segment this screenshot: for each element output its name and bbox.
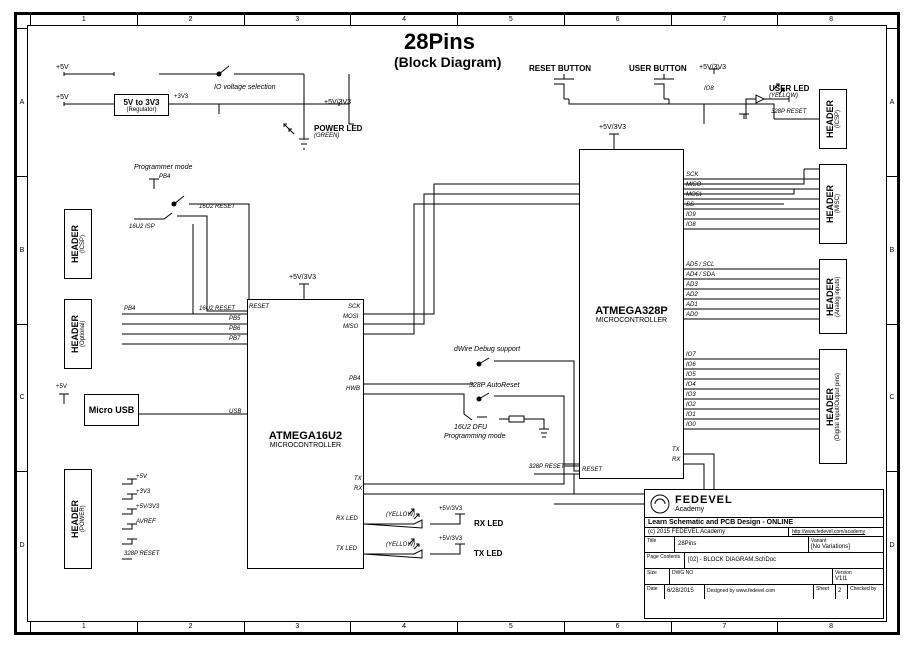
pin-io5: IO5: [686, 372, 696, 378]
lbl-tx-led: TX LED: [474, 549, 502, 558]
lbl-5v3v3-1: +5V/3V3: [324, 99, 351, 106]
pin-ad0: AD0: [686, 312, 698, 318]
lbl-reset-btn: RESET BUTTON: [529, 64, 591, 73]
lbl-txled-v: +5V/3V3: [439, 536, 462, 542]
lbl-pb4-top: PB4: [159, 174, 170, 180]
header-icsp2: HEADER(ICSP): [819, 89, 847, 149]
pin-pb5-opt: PB5: [229, 316, 240, 322]
pin-reset-u1: RESET: [249, 304, 269, 310]
pin-ad1: AD1: [686, 302, 698, 308]
lbl-rx-led: RX LED: [474, 519, 503, 528]
pin-io2: IO2: [686, 402, 696, 408]
pin-reset-u2: RESET: [582, 467, 602, 473]
pin-tx-u1: TX: [354, 476, 362, 482]
lbl-dfu: 16U2 DFU: [454, 424, 487, 431]
pin-io7: IO7: [686, 352, 696, 358]
pin-ad2: AD2: [686, 292, 698, 298]
pin-miso-u1: MISO: [343, 324, 358, 330]
fedevel-logo-icon: [649, 493, 671, 515]
pin-ad4: AD4 / SDA: [686, 272, 715, 278]
header-power: HEADER(POWER): [64, 469, 92, 569]
header-optional: HEADER(Optional): [64, 299, 92, 369]
lbl-io8: IO8: [704, 86, 714, 92]
atmega16u2-block: ATMEGA16U2 MICROCONTROLLER: [247, 299, 364, 569]
pin-mosi-u2: MOSI: [686, 192, 701, 198]
lbl-io-sel: IO voltage selection: [214, 84, 275, 91]
pin-rxled-u1: RX LED: [336, 516, 358, 522]
lbl-pwr-328prst: 328P RESET: [124, 551, 159, 557]
pin-io3: IO3: [686, 392, 696, 398]
lbl-txled-yel: (YELLOW): [386, 542, 415, 548]
lbl-prog-mode: Programmer mode: [134, 164, 192, 171]
pin-pb6-opt: PB6: [229, 326, 240, 332]
diagram-subtitle: (Block Diagram): [394, 54, 501, 70]
pin-ss-u2: SS: [686, 202, 694, 208]
pin-mosi-u1: MOSI: [343, 314, 358, 320]
lbl-user-led: USER LED: [769, 84, 809, 93]
lbl-pwr-5v3v3: +5V/3V3: [136, 504, 159, 510]
lbl-pwr-avref: AVREF: [136, 519, 156, 525]
pin-ad3: AD3: [686, 282, 698, 288]
lbl-pwr-3v3: +3V3: [136, 489, 150, 495]
micro-usb-block: Micro USB: [84, 394, 139, 426]
pin-pb4-u1: PB4: [349, 376, 360, 382]
header-misc: HEADER(MISC): [819, 164, 847, 244]
lbl-rxled-yel: (YELLOW): [386, 512, 415, 518]
lbl-5v-usb: +5V: [56, 384, 67, 390]
pin-txled-u1: TX LED: [336, 546, 357, 552]
pin-16u2reset-opt: 16U2 RESET: [199, 306, 235, 312]
pin-io6: IO6: [686, 362, 696, 368]
lbl-5v-2: +5V: [56, 94, 69, 101]
pin-pb4-opt: PB4: [124, 306, 135, 312]
pin-rx-u2: RX: [672, 457, 680, 463]
pin-io0: IO0: [686, 422, 696, 428]
pin-usb-u1: USB: [229, 409, 241, 415]
lbl-328p-reset-r: 328P RESET: [771, 109, 806, 115]
header-analog: HEADER(Analog inputs): [819, 259, 847, 334]
pin-sck-u2: SCK: [686, 172, 698, 178]
pin-hwb-u1: HWB: [346, 386, 360, 392]
lbl-5v3v3-u2: +5V/3V3: [599, 124, 626, 131]
pin-io1: IO1: [686, 412, 696, 418]
title-block: FEDEVELAcademy Learn Schematic and PCB D…: [644, 489, 884, 619]
lbl-5v-1: +5V: [56, 64, 69, 71]
lbl-autorst: 328P AutoReset: [469, 382, 519, 389]
pin-ad5: AD5 / SCL: [686, 262, 714, 268]
lbl-power-led: POWER LED: [314, 124, 362, 133]
lbl-pwr-5v: +5V: [136, 474, 147, 480]
lbl-16u2-isp: 16U2 ISP: [129, 224, 155, 230]
pin-io4: IO4: [686, 382, 696, 388]
lbl-328p-reset-l: 328P RESET: [529, 464, 564, 470]
lbl-5v3v3-u1: +5V/3V3: [289, 274, 316, 281]
pin-miso-u2: MISO: [686, 182, 701, 188]
atmega328p-block: ATMEGA328P MICROCONTROLLER: [579, 149, 684, 479]
lbl-3v3-reg: +3V3: [174, 94, 188, 100]
lbl-user-btn: USER BUTTON: [629, 64, 687, 73]
header-digital: HEADER(Digital Input/Output pins): [819, 349, 847, 464]
lbl-power-led-sub: (GREEN): [314, 133, 339, 139]
diagram-title: 28Pins: [404, 29, 475, 55]
regulator-block: 5V to 3V3 (Regulator): [114, 94, 169, 116]
pin-sck-u1: SCK: [348, 304, 360, 310]
pin-pb7-opt: PB7: [229, 336, 240, 342]
lbl-dwire: dWire Debug support: [454, 346, 520, 353]
pin-rx-u1: RX: [354, 486, 362, 492]
pin-io9-u2: IO9: [686, 212, 696, 218]
pin-tx-u2: TX: [672, 447, 680, 453]
lbl-user-led-sub: (YELLOW): [769, 93, 798, 99]
lbl-rxled-v: +5V/3V3: [439, 506, 462, 512]
lbl-dfu2: Programming mode: [444, 433, 505, 440]
lbl-16u2-reset: 16U2 RESET: [199, 204, 235, 210]
lbl-5v3v3-top: +5V/3V3: [699, 64, 726, 71]
header-icsp1: HEADER(ICSP): [64, 209, 92, 279]
pin-io8-u2: IO8: [686, 222, 696, 228]
